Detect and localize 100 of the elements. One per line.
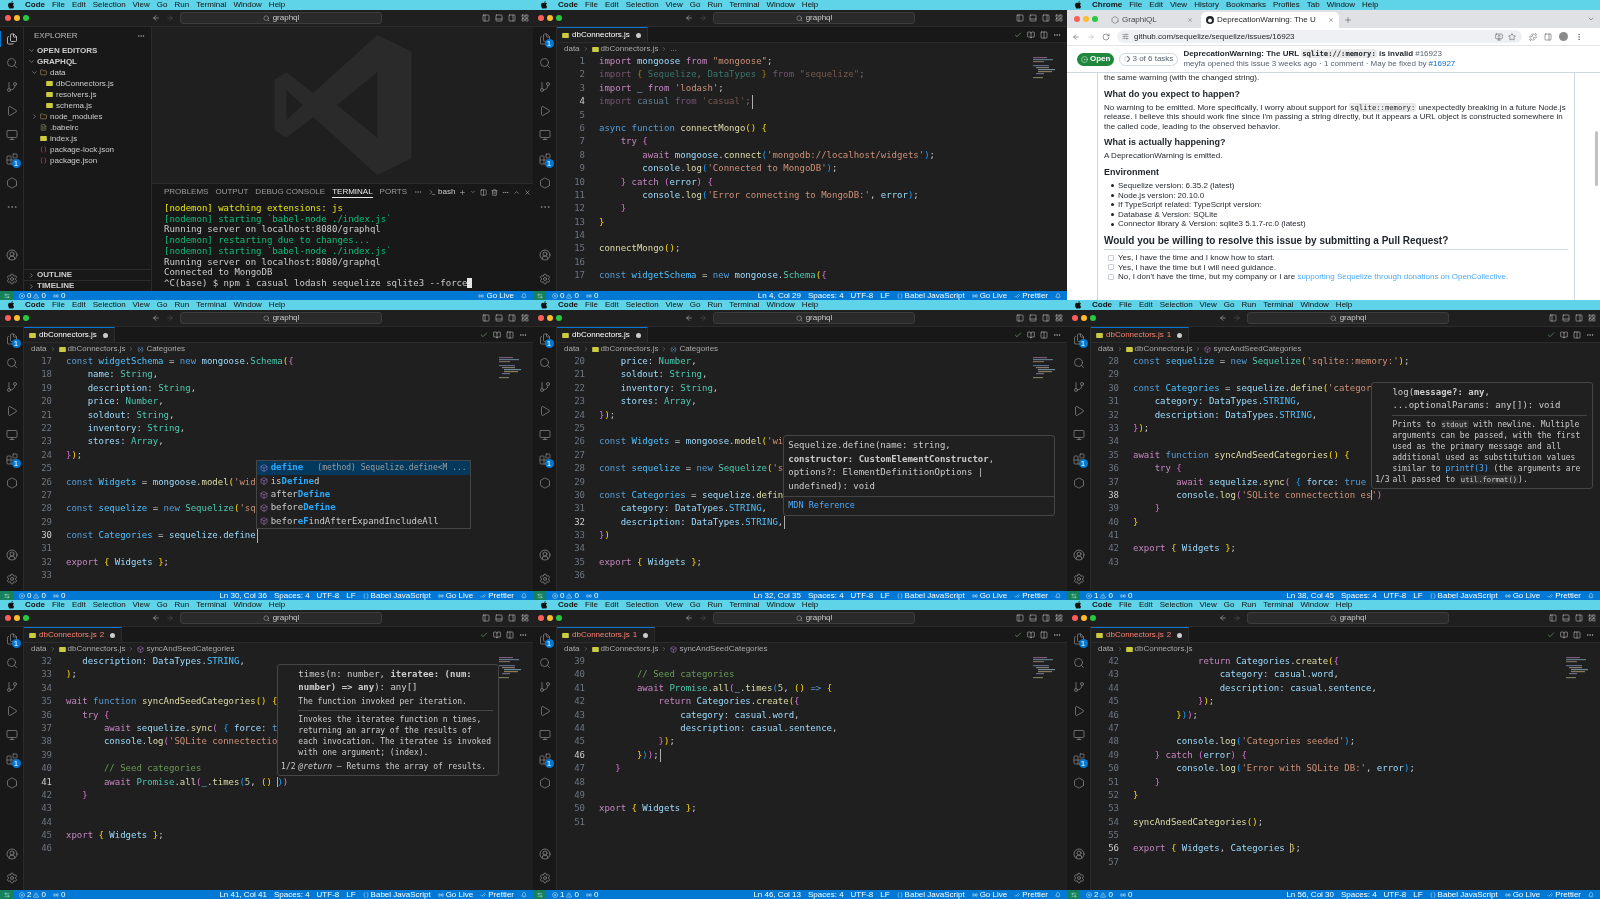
apple-logo-icon[interactable] — [541, 1, 548, 9]
new-tab-icon[interactable] — [1344, 16, 1352, 24]
zoom-window-icon[interactable] — [1090, 615, 1096, 621]
puzzle-icon[interactable] — [1529, 32, 1537, 41]
status-item[interactable]: Babel JavaScript — [362, 591, 431, 600]
toggle-panel-icon[interactable] — [495, 14, 503, 22]
menu-item[interactable]: Terminal — [729, 600, 760, 610]
menu-item[interactable]: Go — [689, 600, 701, 610]
menu-app-name[interactable]: Code — [25, 600, 45, 610]
blocks-icon[interactable] — [538, 453, 551, 465]
menu-item[interactable]: Window — [766, 0, 795, 10]
monitor-icon[interactable] — [538, 729, 551, 741]
breadcrumb-item[interactable]: ... — [670, 43, 678, 55]
problems-button[interactable]: 1 0 — [1086, 591, 1113, 600]
status-item[interactable]: LF — [880, 890, 890, 899]
suggestion-item[interactable]: define (method) Sequelize.define<M ... — [256, 461, 470, 475]
book-icon[interactable] — [493, 330, 501, 339]
scrollbar-thumb[interactable] — [1595, 131, 1598, 186]
layout-icon[interactable] — [1055, 14, 1063, 22]
close-window-icon[interactable] — [1072, 615, 1078, 621]
status-item[interactable]: Babel JavaScript — [362, 890, 431, 899]
file-tree-item[interactable]: resolvers.js — [37, 89, 97, 100]
breadcrumb-item[interactable]: dbConnectors.js — [591, 43, 659, 55]
more-icon[interactable] — [1575, 32, 1583, 41]
menu-item[interactable]: Run — [174, 300, 190, 310]
close-window-icon[interactable] — [1074, 16, 1080, 22]
menu-item[interactable]: Go — [689, 300, 701, 310]
apple-logo-icon[interactable] — [541, 301, 548, 309]
check-icon[interactable] — [480, 330, 488, 339]
menu-item[interactable]: View — [665, 300, 683, 310]
section-header[interactable]: OPEN EDITORS — [24, 45, 151, 56]
bell-icon[interactable] — [1055, 592, 1061, 599]
back-arrow-icon[interactable] — [1072, 32, 1080, 41]
problems-button[interactable]: 0 0 — [19, 591, 46, 600]
panel-tab[interactable]: TERMINAL — [332, 186, 373, 198]
account-icon[interactable] — [538, 549, 551, 561]
status-item[interactable]: Spaces: 4 — [808, 890, 844, 899]
fix-link[interactable]: #16927 — [1428, 59, 1456, 69]
status-item[interactable]: LF — [880, 291, 890, 300]
apple-logo-icon[interactable] — [1075, 301, 1082, 309]
problems-button[interactable]: 1 0 — [552, 890, 579, 899]
reference-link[interactable]: MDN Reference — [788, 500, 855, 511]
files-icon[interactable] — [5, 333, 18, 345]
menu-item[interactable]: Window — [233, 300, 262, 310]
branch-icon[interactable] — [5, 381, 18, 393]
search-icon[interactable] — [5, 657, 18, 669]
menu-item[interactable]: Help — [268, 600, 286, 610]
breadcrumb-item[interactable]: Categories — [137, 343, 186, 355]
plus-icon[interactable] — [459, 188, 467, 196]
menu-app-name[interactable]: Code — [25, 0, 45, 10]
menu-item[interactable]: Selection — [1159, 600, 1193, 610]
ports-button[interactable]: 0 — [52, 890, 66, 899]
menu-item[interactable]: Terminal — [1263, 300, 1294, 310]
toggle-panel-icon[interactable] — [1029, 314, 1037, 322]
menu-item[interactable]: Go — [156, 600, 168, 610]
files-icon[interactable] — [1072, 333, 1085, 345]
settings-icon[interactable] — [538, 573, 551, 585]
play-icon[interactable] — [5, 705, 18, 717]
reload-icon[interactable] — [1102, 32, 1110, 41]
hexagon-icon[interactable] — [5, 777, 18, 789]
monitor-icon[interactable] — [5, 129, 18, 141]
inline-link[interactable]: printf(3) — [1445, 464, 1489, 473]
status-item[interactable]: Prettier — [1014, 890, 1048, 899]
bell-icon[interactable] — [521, 592, 527, 599]
apple-logo-icon[interactable] — [8, 601, 15, 609]
menu-item[interactable]: Run — [1241, 300, 1257, 310]
menu-item[interactable]: View — [1199, 300, 1217, 310]
bell-icon[interactable] — [1055, 292, 1061, 299]
file-tree-item[interactable]: schema.js — [37, 100, 92, 111]
menu-item[interactable]: Run — [174, 600, 190, 610]
menu-item[interactable]: File — [1129, 0, 1143, 10]
breadcrumb-item[interactable]: dbConnectors.js — [58, 343, 126, 355]
split-editor-icon[interactable] — [1040, 630, 1048, 639]
toggle-sidebar-icon[interactable] — [1016, 614, 1024, 622]
monitor-icon[interactable] — [5, 429, 18, 441]
status-item[interactable]: Prettier — [480, 591, 514, 600]
bell-icon[interactable] — [1055, 891, 1061, 898]
menu-item[interactable]: Help — [1335, 600, 1353, 610]
branch-icon[interactable] — [538, 381, 551, 393]
menu-item[interactable]: Window — [1300, 600, 1329, 610]
status-item[interactable]: UTF-8 — [316, 591, 340, 600]
editor-tab[interactable]: dbConnectors.js 1 — [557, 627, 656, 642]
menu-item[interactable]: File — [585, 300, 598, 310]
menu-item[interactable]: Go — [1223, 300, 1235, 310]
status-item[interactable]: UTF-8 — [850, 890, 874, 899]
status-item[interactable]: Prettier — [1547, 591, 1581, 600]
play-icon[interactable] — [5, 405, 18, 417]
profile-avatar-icon[interactable] — [1559, 32, 1568, 41]
play-icon[interactable] — [538, 405, 551, 417]
panel-tab[interactable]: OUTPUT — [215, 186, 249, 198]
sidebar-icon[interactable] — [1544, 32, 1552, 41]
menu-item[interactable]: File — [52, 0, 65, 10]
menu-item[interactable]: Edit — [604, 300, 619, 310]
apple-logo-icon[interactable] — [1075, 1, 1082, 9]
zoom-window-icon[interactable] — [23, 615, 29, 621]
close-icon[interactable] — [1187, 17, 1193, 23]
ports-button[interactable]: 0 — [52, 291, 66, 300]
menu-item[interactable]: View — [132, 300, 150, 310]
menu-item[interactable]: Selection — [92, 300, 126, 310]
apple-logo-icon[interactable] — [1075, 601, 1082, 609]
